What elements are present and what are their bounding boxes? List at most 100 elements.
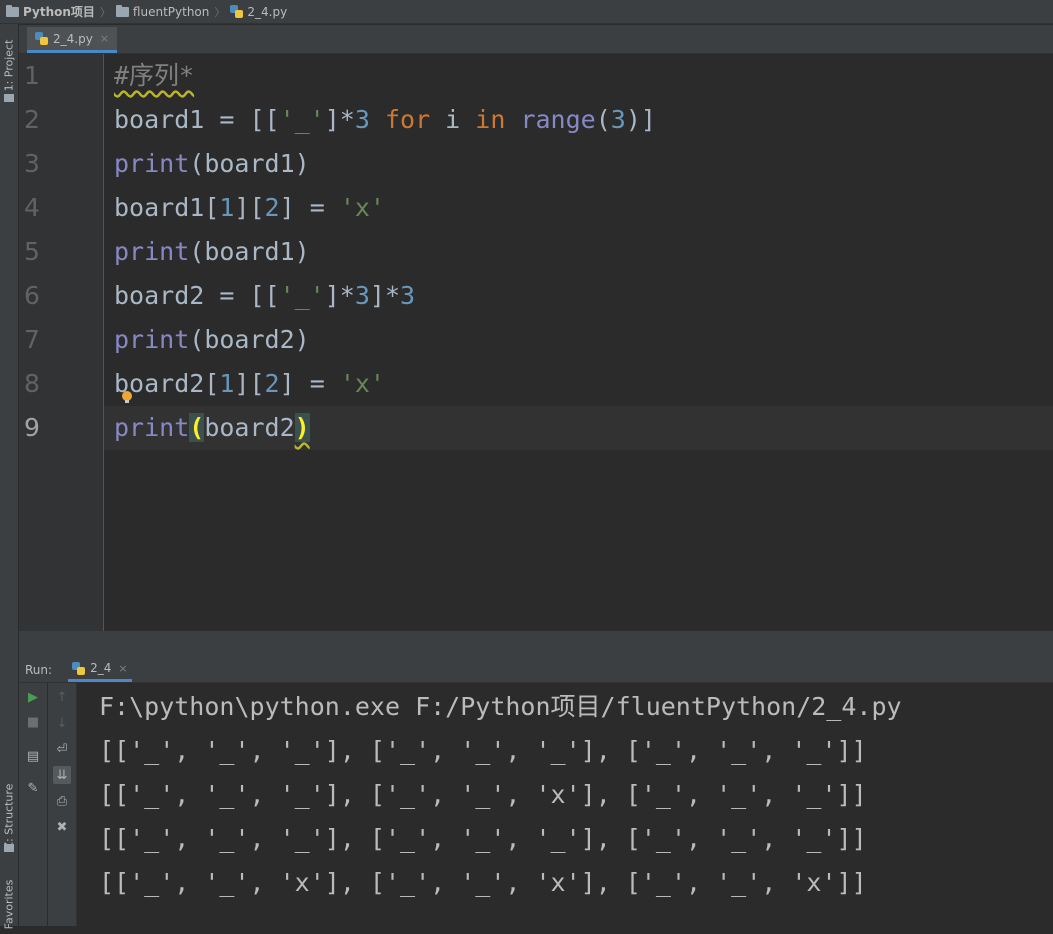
code-token: ] = [279,369,340,398]
comment: #序列* [114,61,195,90]
rerun-icon[interactable]: ▶ [24,688,42,706]
builtin-token: print [114,237,190,266]
run-toolbar-secondary: ↑ ↓ ⏎ ⇊ ⎙ ✖ [48,683,77,926]
breadcrumb-folder[interactable]: fluentPython [115,4,210,19]
structure-tool-tab-label: Z: Structure [2,783,16,849]
folder-icon [6,4,19,17]
trash-icon[interactable]: ✖ [53,818,71,836]
code-token: ]* [369,281,401,310]
left-tool-strip: 1: Project Z: Structure Favorites [0,24,19,929]
close-icon[interactable]: × [100,32,109,45]
line-number: 4 [24,193,40,222]
code-token: i [430,105,476,134]
number-token: 3 [400,281,416,310]
console-output-line: [['_', '_', '_'], ['_', '_', '_'], ['_',… [99,824,867,853]
breadcrumb-project[interactable]: Python项目 [6,3,95,20]
code-line-4[interactable]: board1[1][2] = 'x' [114,186,385,230]
arrow-up-icon[interactable]: ↑ [53,688,71,706]
chevron-right-icon: 〉 [214,5,226,19]
number-token: 2 [264,369,280,398]
stop-icon[interactable]: ■ [24,713,42,731]
builtin-token: print [114,149,190,178]
number-token: 3 [354,281,370,310]
line-number: 5 [24,237,40,266]
code-token: ]* [324,105,355,134]
code-token: board1[ [114,193,220,222]
code-line-9[interactable]: print(board2) [114,406,310,450]
string-token: '_' [279,281,325,310]
code-token: ][ [234,369,265,398]
string-token: 'x' [339,193,385,222]
python-file-icon [230,5,244,18]
number-token: 1 [219,193,235,222]
print-icon[interactable]: ⎙ [53,792,71,810]
run-panel-label: Run: [25,662,53,677]
line-number-current: 9 [24,413,40,442]
console-output-line: [['_', '_', '_'], ['_', '_', 'x'], ['_',… [99,780,867,809]
run-console[interactable]: F:\python\python.exe F:/Python项目/fluentP… [77,683,1053,926]
code-line-1[interactable]: #序列* [114,54,194,98]
code-line-6[interactable]: board2 = [['_']*3]*3 [114,274,415,318]
pin-icon[interactable]: ✎ [24,779,42,797]
arrow-down-icon[interactable]: ↓ [53,714,71,732]
console-output-line: [['_', '_', '_'], ['_', '_', '_'], ['_',… [99,736,867,765]
line-number: 2 [24,105,40,134]
project-tool-tab[interactable]: 1: Project [0,30,18,100]
code-token: ][ [234,193,265,222]
lightbulb-icon[interactable] [122,391,132,403]
code-line-3[interactable]: print(board1) [114,142,310,186]
favorites-tool-tab[interactable]: Favorites [0,874,18,934]
code-token: ] = [279,193,340,222]
string-token: '_' [279,105,325,134]
builtin-token: range [520,105,596,134]
scroll-to-end-icon[interactable]: ⇊ [53,766,71,784]
code-token: board1 = [[ [114,105,280,134]
editor-tab-label: 2_4.py [53,31,93,46]
code-token: (board1) [189,149,310,178]
breadcrumb-file-label: 2_4.py [247,4,288,19]
code-editor[interactable]: 1 2 3 4 5 6 7 8 9 #序列* board1 = [['_']*3… [19,54,1053,631]
code-token: board2 [204,413,295,442]
code-token: board2 = [[ [114,281,280,310]
code-token: )] [625,105,656,134]
code-line-7[interactable]: print(board2) [114,318,310,362]
breadcrumb-project-label: Python项目 [23,5,95,19]
python-file-icon [35,32,48,45]
layout-icon[interactable]: ▤ [24,747,42,765]
breadcrumb: Python项目 〉 fluentPython 〉 2_4.py [0,0,1053,24]
close-icon[interactable]: × [118,662,127,675]
code-line-5[interactable]: print(board1) [114,230,310,274]
line-number-gutter: 1 2 3 4 5 6 7 8 9 [19,54,104,631]
breadcrumb-folder-label: fluentPython [132,4,210,19]
folder-icon [4,94,14,102]
string-token: 'x' [339,369,385,398]
soft-wrap-icon[interactable]: ⏎ [53,740,71,758]
line-number: 6 [24,281,40,310]
folder-icon [115,4,129,17]
run-tab-2_4[interactable]: 2_4 × [68,657,132,682]
favorites-tool-tab-label: Favorites [2,879,16,929]
number-token: 3 [610,105,626,134]
editor-tab-2_4-py[interactable]: 2_4.py × [27,27,118,53]
number-token: 2 [264,193,280,222]
breadcrumb-file[interactable]: 2_4.py [230,5,287,19]
code-token: (board2) [189,325,310,354]
panel-divider[interactable] [19,631,1053,657]
console-output-line: [['_', '_', 'x'], ['_', '_', 'x'], ['_',… [99,868,867,897]
line-number: 8 [24,369,40,398]
number-token: 1 [219,369,235,398]
code-token: (board1) [189,237,310,266]
project-tool-tab-label: 1: Project [2,39,16,91]
run-toolbar-primary: ▶ ■ ▤ ✎ [19,683,47,926]
builtin-token: print [114,325,190,354]
structure-icon [4,844,14,852]
number-token: 3 [354,105,370,134]
editor-tab-bar: 2_4.py × [19,25,1053,54]
line-number: 7 [24,325,40,354]
code-line-8[interactable]: board2[1][2] = 'x' [114,362,385,406]
run-tab-label: 2_4 [90,661,112,675]
code-line-2[interactable]: board1 = [['_']*3 for i in range(3)] [114,98,656,142]
line-number: 3 [24,149,40,178]
